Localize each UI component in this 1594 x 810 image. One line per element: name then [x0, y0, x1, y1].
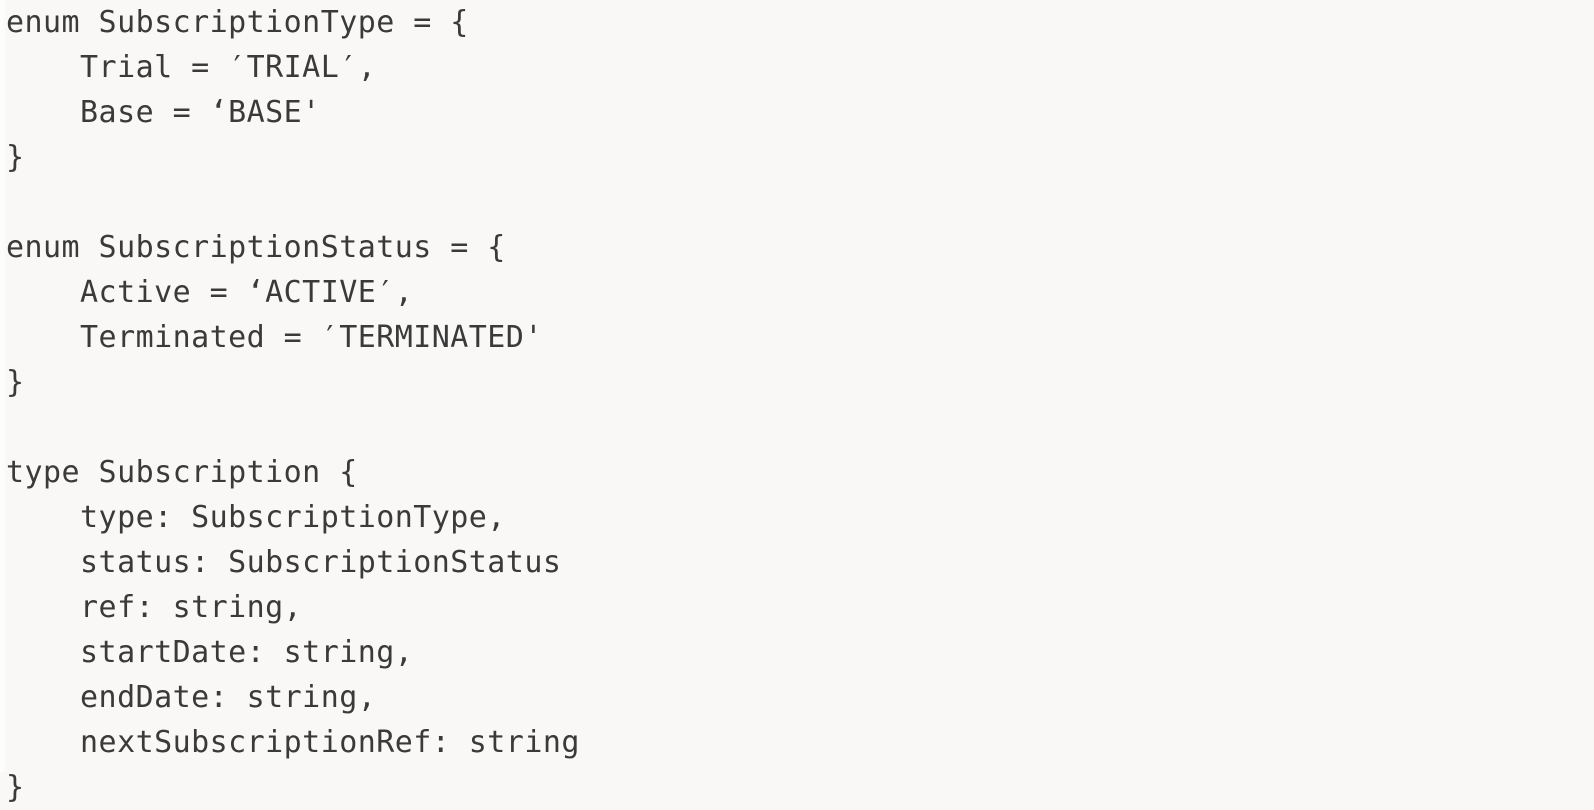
code-line: nextSubscriptionRef: string [6, 725, 580, 760]
code-block: enum SubscriptionType = { Trial = ′TRIAL… [6, 0, 580, 810]
code-line: type: SubscriptionType, [6, 500, 506, 535]
code-line: Base = ‘BASE' [6, 95, 321, 130]
code-line: ref: string, [6, 590, 303, 625]
code-line: Trial = ′TRIAL′, [6, 50, 377, 85]
code-line: } [6, 365, 25, 400]
code-line: Terminated = ′TERMINATED' [6, 320, 543, 355]
code-surface: enum SubscriptionType = { Trial = ′TRIAL… [0, 0, 1594, 805]
code-line: enum SubscriptionType = { [6, 5, 469, 40]
code-line: status: SubscriptionStatus [6, 545, 562, 580]
code-line: type Subscription { [6, 455, 358, 490]
code-line: endDate: string, [6, 680, 377, 715]
code-line: enum SubscriptionStatus = { [6, 230, 506, 265]
code-line: } [6, 140, 25, 175]
code-line: startDate: string, [6, 635, 414, 670]
code-line: Active = ‘ACTIVE′, [6, 275, 414, 310]
